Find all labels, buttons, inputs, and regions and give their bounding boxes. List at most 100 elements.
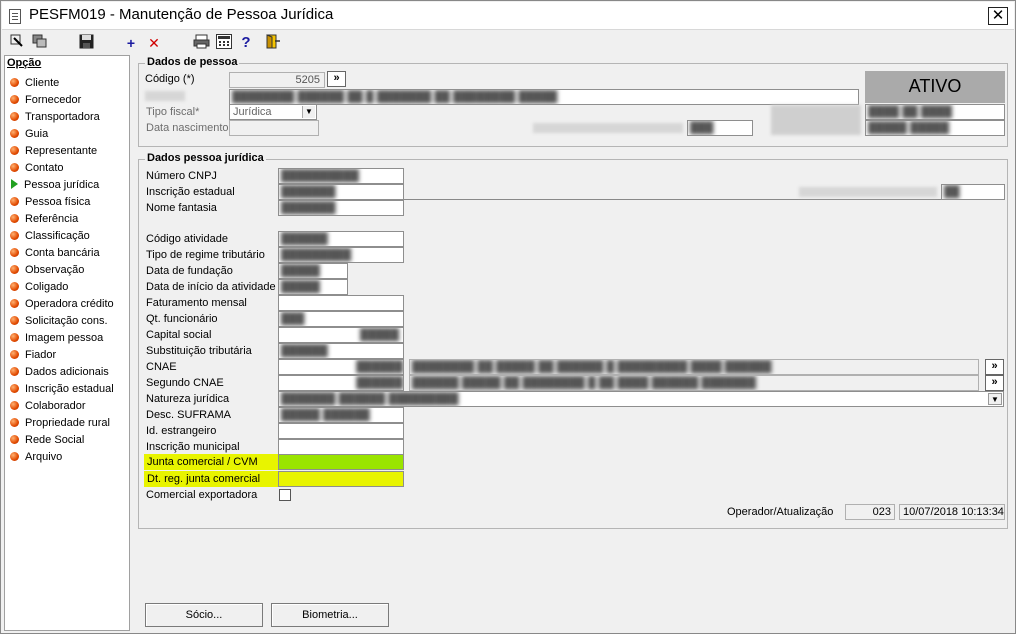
sidebar-item-conta-bancaria[interactable]: Conta bancária	[10, 245, 100, 261]
cnae2-field[interactable]: ██████	[278, 375, 404, 391]
cnae2-search-button[interactable]: »	[985, 375, 1004, 391]
subst-field[interactable]: ██████	[278, 343, 404, 359]
qt-func-field[interactable]: ███	[278, 311, 404, 327]
toolbar: + ✕ ?	[2, 31, 1014, 55]
cnae2-label: Segundo CNAE	[146, 377, 224, 389]
atualizacao-field: 10/07/2018 10:13:34	[899, 504, 1005, 520]
junta-label: Junta comercial / CVM	[147, 456, 258, 468]
sidebar-item-inscricao-estadual[interactable]: Inscrição estadual	[10, 381, 114, 397]
title-bar: PESFM019 - Manutenção de Pessoa Jurídica…	[2, 2, 1014, 30]
id-estrangeiro-label: Id. estrangeiro	[146, 425, 217, 437]
codigo-search-button[interactable]: »	[327, 71, 346, 87]
sidebar-item-referencia[interactable]: Referência	[10, 211, 78, 227]
qt-func-label: Qt. funcionário	[146, 313, 218, 325]
print-icon[interactable]	[193, 34, 210, 52]
delete-icon[interactable]: ✕	[147, 34, 161, 52]
close-button[interactable]: ✕	[988, 7, 1008, 25]
bullet-icon	[10, 163, 19, 172]
redacted-field[interactable]: ███	[687, 120, 753, 136]
sidebar-item-fornecedor[interactable]: Fornecedor	[10, 92, 81, 108]
sidebar-item-pessoa-juridica[interactable]: Pessoa jurídica	[10, 177, 99, 193]
redacted-label	[799, 187, 937, 197]
redacted-label	[771, 105, 861, 135]
dados-pessoa-title: Dados de pessoa	[145, 56, 240, 68]
calculator-icon[interactable]	[216, 34, 232, 52]
codigo-field[interactable]: 5205	[229, 72, 325, 88]
chevron-down-icon[interactable]: ▼	[988, 393, 1002, 405]
sidebar-item-operadora-credito[interactable]: Operadora crédito	[10, 296, 114, 312]
sidebar-item-observacao[interactable]: Observação	[10, 262, 84, 278]
bullet-icon	[10, 333, 19, 342]
capital-field[interactable]: █████	[278, 327, 404, 343]
suframa-field[interactable]: █████ ██████	[278, 407, 404, 423]
sidebar-item-cliente[interactable]: Cliente	[10, 75, 59, 91]
bullet-icon	[10, 197, 19, 206]
regime-label: Tipo de regime tributário	[146, 249, 265, 261]
redacted-field[interactable]: █████ █████	[865, 120, 1005, 136]
sidebar-item-classificacao[interactable]: Classificação	[10, 228, 90, 244]
sidebar: Opção Cliente Fornecedor Transportadora …	[4, 55, 130, 631]
cnae-search-button[interactable]: »	[985, 359, 1004, 375]
sidebar-item-guia[interactable]: Guia	[10, 126, 48, 142]
fantasia-field[interactable]: ███████	[278, 200, 404, 216]
natureza-select[interactable]: ███████ ██████ █████████ ▼	[278, 391, 1004, 407]
redacted-field[interactable]: ██	[941, 184, 1005, 200]
bullet-icon	[10, 350, 19, 359]
sidebar-item-imagem-pessoa[interactable]: Imagem pessoa	[10, 330, 103, 346]
sidebar-item-coligado[interactable]: Coligado	[10, 279, 68, 295]
copy-icon[interactable]	[32, 34, 48, 52]
sidebar-item-fiador[interactable]: Fiador	[10, 347, 56, 363]
razao-social-field[interactable]: ████████ ██████ ██ █ ███████ ██ ████████…	[229, 89, 859, 105]
bullet-icon	[10, 367, 19, 376]
dt-junta-field[interactable]	[278, 471, 404, 487]
data-nascimento-field[interactable]	[229, 120, 319, 136]
cnae-field[interactable]: ██████	[278, 359, 404, 375]
id-estrangeiro-field[interactable]	[278, 423, 404, 439]
sidebar-item-contato[interactable]: Contato	[10, 160, 64, 176]
socio-button[interactable]: Sócio...	[145, 603, 263, 627]
cnpj-field[interactable]: ██████████	[278, 168, 404, 184]
sidebar-item-solicitacao-cons[interactable]: Solicitação cons.	[10, 313, 108, 329]
select-arrow-icon[interactable]	[10, 34, 24, 52]
ie-label: Inscrição estadual	[146, 186, 235, 198]
junta-field[interactable]	[278, 454, 404, 470]
active-arrow-icon	[11, 179, 18, 189]
cnae-label: CNAE	[146, 361, 177, 373]
exit-door-icon[interactable]	[264, 34, 280, 52]
inicio-field[interactable]: █████	[278, 279, 348, 295]
sidebar-item-dados-adicionais[interactable]: Dados adicionais	[10, 364, 109, 380]
main-window: PESFM019 - Manutenção de Pessoa Jurídica…	[0, 0, 1016, 634]
regime-field[interactable]: █████████	[278, 247, 404, 263]
window-title: PESFM019 - Manutenção de Pessoa Jurídica	[29, 6, 334, 23]
sidebar-item-arquivo[interactable]: Arquivo	[10, 449, 62, 465]
fundacao-field[interactable]: █████	[278, 263, 348, 279]
document-icon	[9, 9, 21, 24]
sidebar-item-pessoa-fisica[interactable]: Pessoa física	[10, 194, 90, 210]
sidebar-item-transportadora[interactable]: Transportadora	[10, 109, 100, 125]
tipo-fiscal-value: Jurídica	[233, 106, 272, 118]
sidebar-item-rede-social[interactable]: Rede Social	[10, 432, 84, 448]
capital-label: Capital social	[146, 329, 212, 341]
save-icon[interactable]	[78, 34, 94, 52]
faturamento-field[interactable]	[278, 295, 404, 311]
atividade-field[interactable]: ██████	[278, 231, 404, 247]
tipo-fiscal-select[interactable]: Jurídica ▼	[229, 104, 317, 120]
chevron-down-icon[interactable]: ▼	[302, 106, 315, 118]
codigo-label: Código (*)	[145, 73, 195, 85]
exportadora-checkbox[interactable]	[279, 489, 291, 501]
bullet-icon	[10, 95, 19, 104]
redacted-label	[533, 123, 683, 133]
ie-field[interactable]: ███████	[278, 184, 404, 200]
redacted-field[interactable]: ████ ██ ████	[865, 104, 1005, 120]
redacted-label	[145, 91, 185, 101]
help-icon[interactable]: ?	[240, 34, 252, 52]
sidebar-item-propriedade-rural[interactable]: Propriedade rural	[10, 415, 110, 431]
add-icon[interactable]: +	[124, 34, 138, 52]
sidebar-item-representante[interactable]: Representante	[10, 143, 97, 159]
insc-municipal-field[interactable]	[278, 439, 404, 455]
biometria-button[interactable]: Biometria...	[271, 603, 389, 627]
bullet-icon	[10, 265, 19, 274]
cnae-description: ████████ ██ █████ ██ ██████ █ █████████ …	[409, 359, 979, 375]
dados-pj-title: Dados pessoa jurídica	[145, 152, 266, 164]
sidebar-item-colaborador[interactable]: Colaborador	[10, 398, 86, 414]
